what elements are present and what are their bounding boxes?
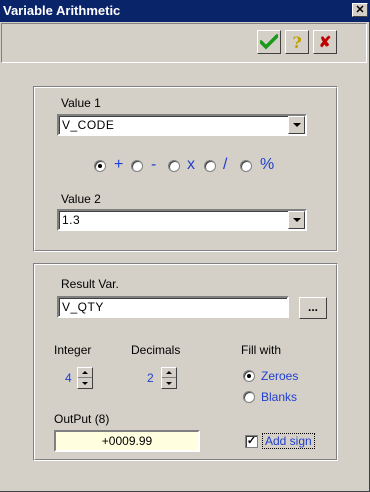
value1-text: V_CODE	[62, 118, 115, 132]
arrow-up-icon	[166, 371, 172, 374]
fill-zeroes-radio[interactable]	[243, 370, 255, 382]
add-sign-checkbox[interactable]: ✓	[245, 435, 258, 448]
op-label-percent: %	[260, 156, 275, 173]
decimals-value: 2	[147, 371, 154, 385]
cross-icon: ✘	[318, 34, 332, 51]
cancel-button[interactable]: ✘	[313, 30, 337, 54]
title-bar: Variable Arithmetic ✕	[0, 0, 370, 22]
output-field: +0009.99	[54, 430, 200, 452]
op-radio-minus[interactable]	[131, 160, 143, 172]
decimals-down-button[interactable]	[162, 378, 176, 388]
window-title: Variable Arithmetic	[3, 3, 121, 18]
value1-label: Value 1	[61, 96, 101, 110]
op-radio-multiply[interactable]	[168, 160, 180, 172]
result-var-label: Result Var.	[61, 277, 119, 291]
result-var-input[interactable]: V_QTY	[57, 296, 289, 318]
result-panel: Result Var. V_QTY ... Integer 4 Decimals…	[33, 263, 338, 461]
ok-button[interactable]	[257, 30, 281, 54]
fill-blanks-radio[interactable]	[243, 391, 255, 403]
integer-down-button[interactable]	[78, 378, 92, 388]
value2-dropdown-button[interactable]	[288, 211, 305, 229]
arrow-up-icon	[82, 371, 88, 374]
op-label-minus: -	[151, 156, 157, 173]
output-label: OutPut (8)	[54, 412, 110, 426]
variable-arithmetic-window: Variable Arithmetic ✕ ? ✘ Value 1 V_CODE	[0, 0, 370, 492]
fill-with-label: Fill with	[241, 343, 282, 357]
chevron-down-icon	[292, 218, 301, 222]
integer-value: 4	[65, 371, 72, 385]
checkmark-icon	[260, 34, 278, 50]
op-radio-percent[interactable]	[240, 160, 252, 172]
chevron-down-icon	[292, 123, 301, 127]
fill-zeroes-label: Zeroes	[261, 369, 299, 383]
value2-label: Value 2	[61, 192, 101, 206]
decimals-spinner[interactable]	[161, 367, 177, 389]
value1-dropdown-button[interactable]	[288, 116, 305, 134]
decimals-up-button[interactable]	[162, 368, 176, 378]
value2-combobox[interactable]: 1.3	[57, 209, 307, 231]
arrow-down-icon	[82, 381, 88, 385]
value2-text: 1.3	[62, 213, 81, 227]
close-icon: ✕	[355, 4, 365, 16]
integer-label: Integer	[54, 343, 92, 357]
op-label-multiply: x	[187, 156, 195, 173]
op-label-plus: +	[114, 156, 124, 173]
value1-combobox[interactable]: V_CODE	[57, 114, 307, 136]
help-button[interactable]: ?	[285, 30, 309, 54]
checkmark-icon: ✓	[246, 435, 257, 447]
op-radio-plus[interactable]	[94, 160, 106, 172]
integer-up-button[interactable]	[78, 368, 92, 378]
question-icon: ?	[292, 32, 302, 52]
arrow-down-icon	[166, 381, 172, 385]
decimals-label: Decimals	[131, 343, 181, 357]
browse-button[interactable]: ...	[299, 297, 327, 319]
operands-panel: Value 1 V_CODE + - x / % Value 2 1.3	[33, 86, 338, 252]
op-radio-divide[interactable]	[204, 160, 216, 172]
toolbar: ? ✘	[1, 23, 367, 63]
fill-blanks-label: Blanks	[261, 390, 298, 404]
add-sign-label: Add sign	[262, 433, 315, 449]
integer-spinner[interactable]	[77, 367, 93, 389]
op-label-divide: /	[223, 156, 228, 173]
close-button[interactable]: ✕	[352, 3, 368, 17]
